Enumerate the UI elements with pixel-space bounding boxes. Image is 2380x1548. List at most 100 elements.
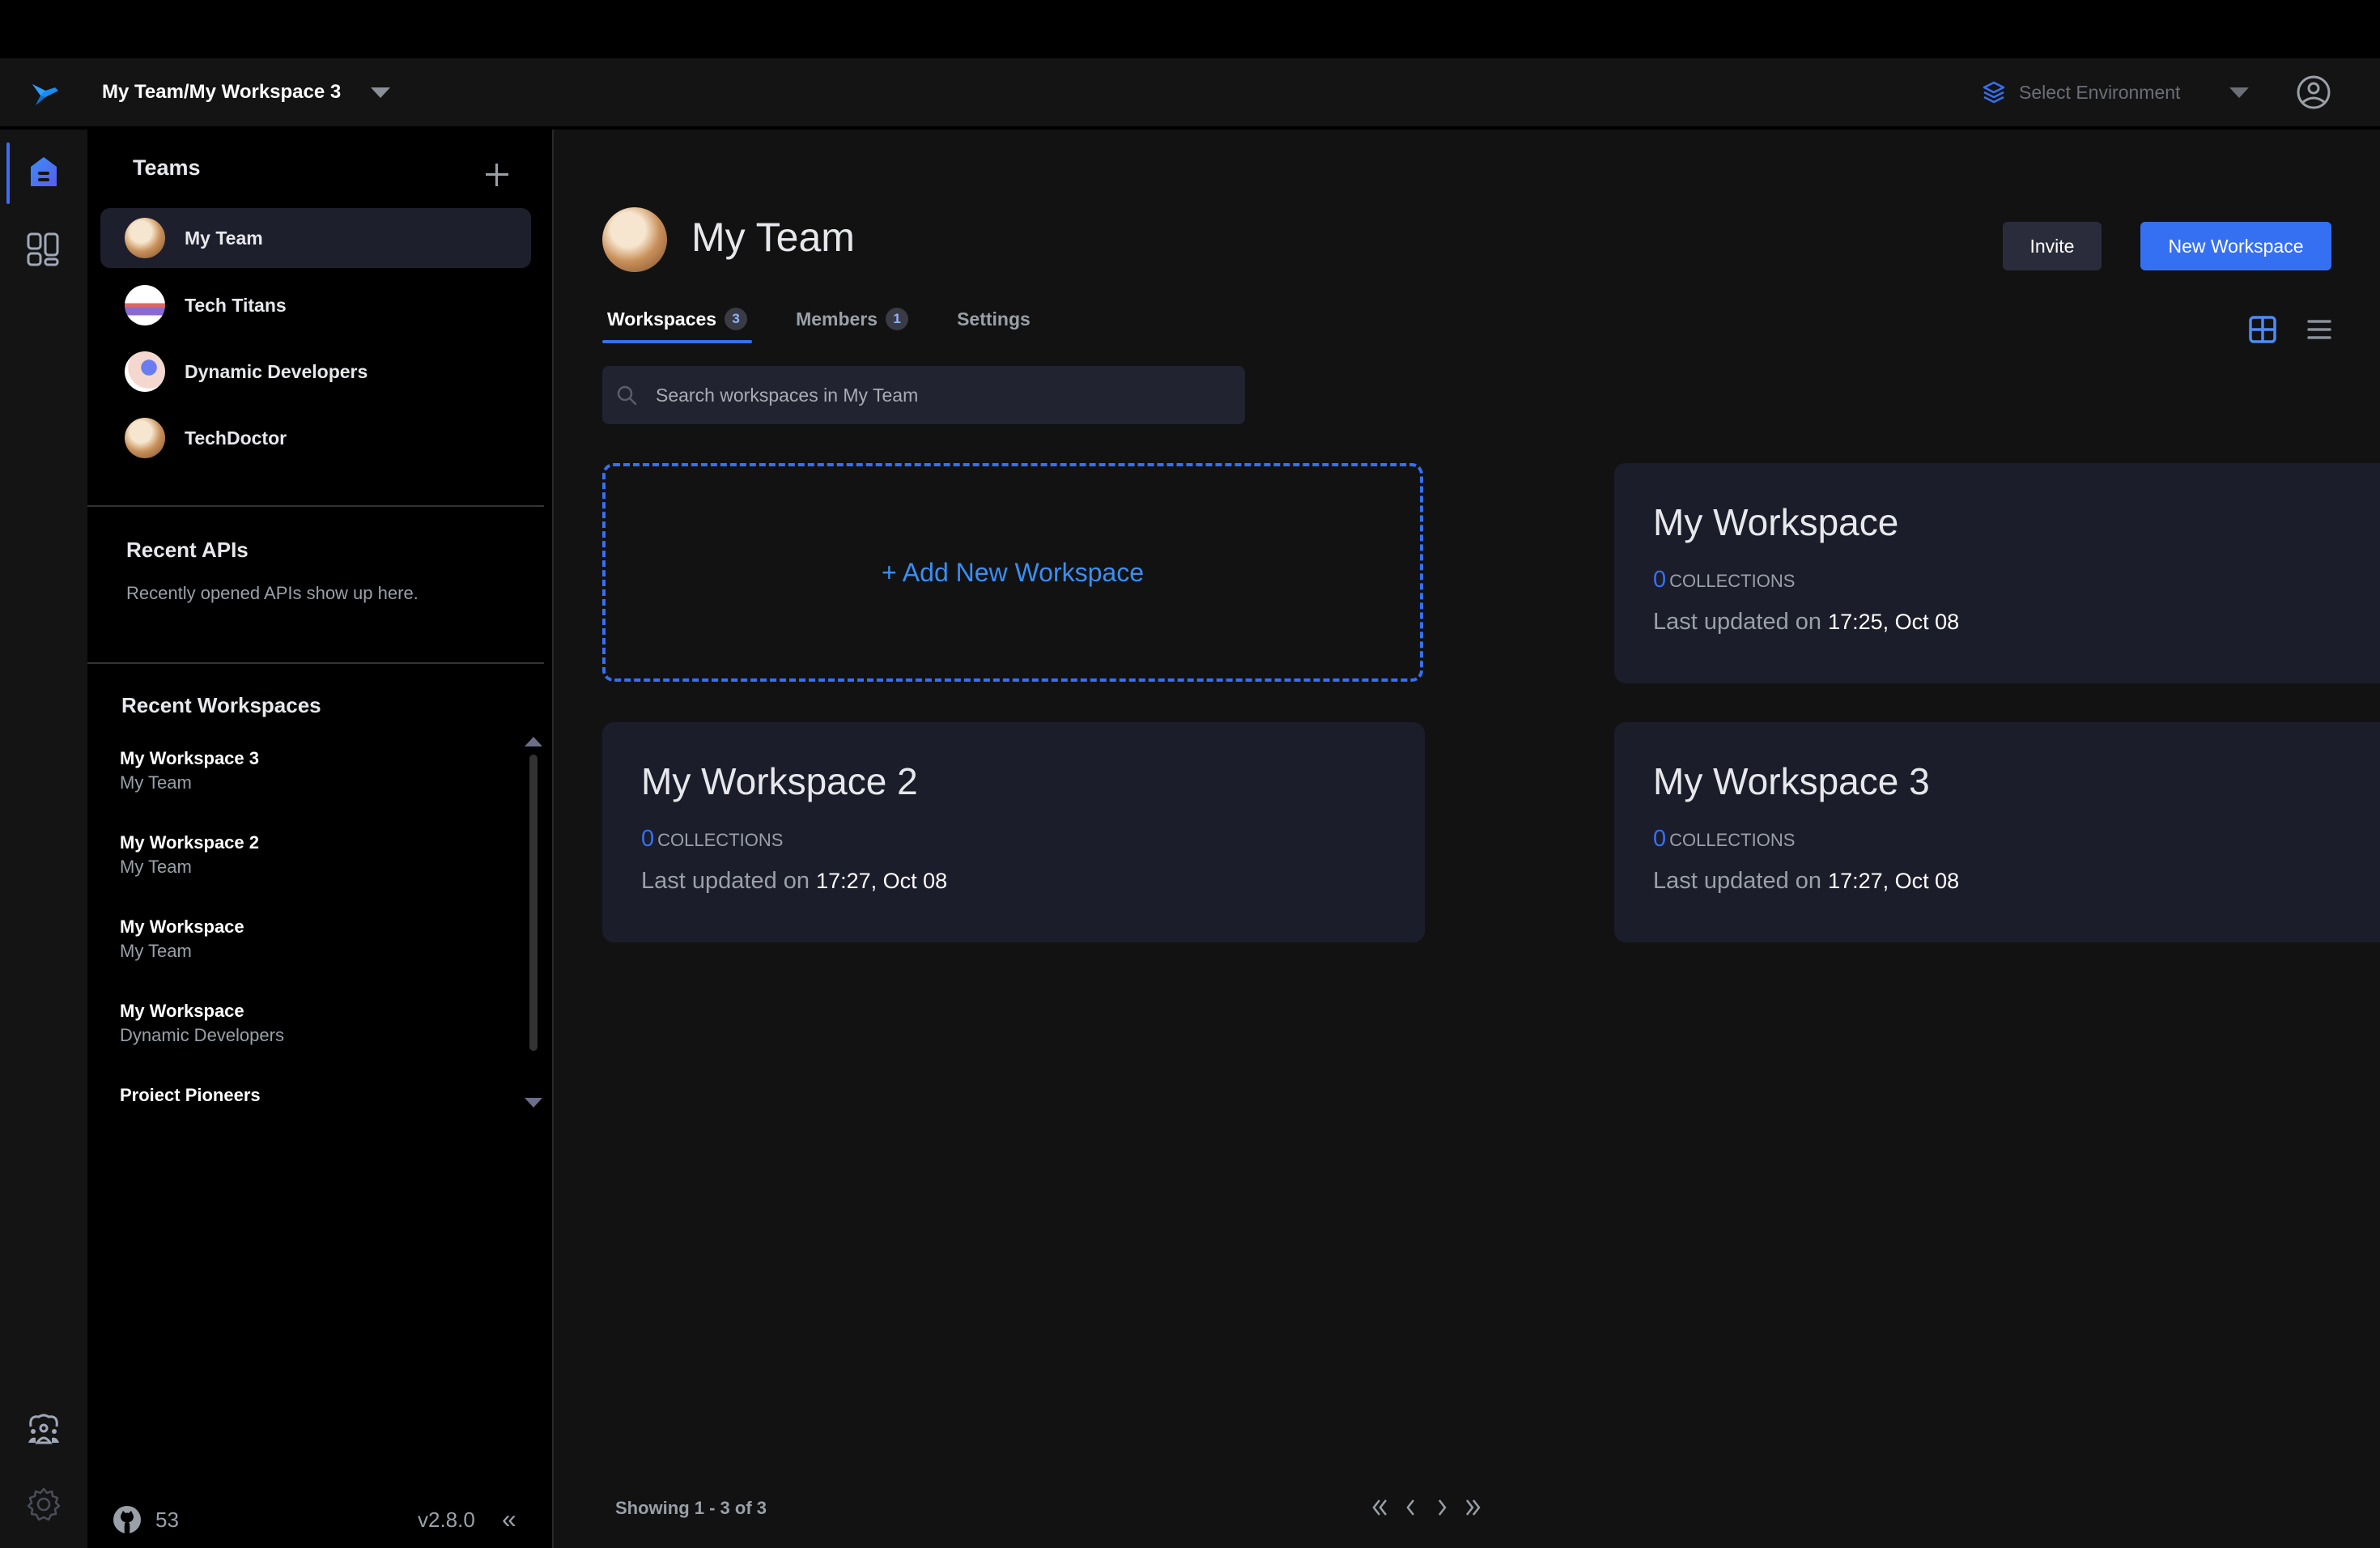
team-item-my-team[interactable]: My Team xyxy=(100,208,531,268)
workspace-card[interactable]: My Workspace 2 0 COLLECTIONS Last updated… xyxy=(602,722,1425,942)
environment-selector[interactable]: Select Environment xyxy=(1982,76,2249,108)
tab-settings[interactable]: Settings xyxy=(952,301,1035,337)
recent-workspaces-heading: Recent Workspaces xyxy=(121,693,321,717)
github-icon[interactable] xyxy=(112,1504,142,1535)
recent-workspace-name: My Workspace xyxy=(120,1001,244,1021)
team-avatar xyxy=(602,207,667,272)
collections-label: COLLECTIONS xyxy=(1669,571,1796,591)
add-new-workspace-card[interactable]: + Add New Workspace xyxy=(602,463,1423,682)
home-icon[interactable] xyxy=(26,154,62,189)
github-stars-count: 53 xyxy=(155,1508,179,1532)
tab-label: Members xyxy=(796,308,878,330)
sidebar-divider xyxy=(87,505,544,507)
team-tabs: Workspaces 3 Members 1 Settings xyxy=(602,301,1074,343)
recent-workspaces-scrollbar[interactable] xyxy=(529,755,538,1051)
recent-workspace-team: Dynamic Developers xyxy=(120,1025,284,1045)
workspace-switcher-chevron-down-icon[interactable] xyxy=(371,87,390,98)
page-title: My Team xyxy=(691,215,855,260)
collections-icon[interactable] xyxy=(26,232,62,267)
collections-count: 0 COLLECTIONS xyxy=(1653,567,1795,593)
workspace-card[interactable]: My Workspace 3 0 COLLECTIONS Last updated… xyxy=(1614,722,2380,942)
recent-workspace-item[interactable]: My Workspace 2 My Team xyxy=(120,831,259,879)
recent-workspace-name: Proiect Pioneers xyxy=(120,1085,261,1105)
recent-workspace-team: My Team xyxy=(120,941,192,961)
tab-members[interactable]: Members 1 xyxy=(791,301,913,337)
last-updated: Last updated on 17:27, Oct 08 xyxy=(1653,868,1959,895)
team-name: Dynamic Developers xyxy=(185,360,368,382)
last-updated-time: 17:27, Oct 08 xyxy=(816,869,948,893)
next-page-icon[interactable] xyxy=(1426,1490,1457,1525)
app-version: v2.8.0 xyxy=(418,1508,475,1532)
team-name: Tech Titans xyxy=(185,294,287,316)
collections-label: COLLECTIONS xyxy=(657,830,784,850)
recent-workspace-item[interactable]: Proiect Pioneers xyxy=(120,1083,261,1108)
add-team-plus-icon[interactable] xyxy=(482,160,512,189)
collapse-sidebar-icon[interactable]: « xyxy=(502,1504,516,1534)
team-item-tech-titans[interactable]: Tech Titans xyxy=(100,275,531,335)
sidebar-divider xyxy=(87,662,544,664)
first-page-icon[interactable] xyxy=(1365,1490,1396,1525)
sparrow-logo-icon xyxy=(32,84,58,105)
pagination-summary: Showing 1 - 3 of 3 xyxy=(615,1498,767,1518)
team-avatar xyxy=(125,418,165,458)
last-updated-prefix: Last updated on xyxy=(641,868,810,894)
scroll-up-arrow-icon[interactable] xyxy=(525,737,542,746)
tab-workspaces[interactable]: Workspaces 3 xyxy=(602,301,753,343)
last-page-icon[interactable] xyxy=(1457,1490,1488,1525)
recent-workspace-team: My Team xyxy=(120,772,192,793)
grid-view-icon[interactable] xyxy=(2249,316,2276,343)
last-updated-prefix: Last updated on xyxy=(1653,609,1822,635)
recent-workspace-name: My Workspace xyxy=(120,916,244,937)
user-profile-icon[interactable] xyxy=(2296,74,2331,110)
tab-label: Settings xyxy=(957,308,1031,330)
community-icon[interactable] xyxy=(26,1412,62,1448)
pagination xyxy=(1365,1490,1488,1525)
list-view-icon[interactable] xyxy=(2307,317,2331,342)
team-avatar xyxy=(125,218,165,258)
team-item-dynamic-developers[interactable]: Dynamic Developers xyxy=(100,342,531,402)
tab-label: Workspaces xyxy=(607,308,717,330)
workspace-name: My Workspace 2 xyxy=(641,760,918,802)
workspace-card[interactable]: My Workspace 0 COLLECTIONS Last updated o… xyxy=(1614,463,2380,683)
teams-sidebar: Teams My Team Tech Titans Dynamic Develo… xyxy=(87,130,552,1548)
last-updated-time: 17:25, Oct 08 xyxy=(1828,610,1960,634)
environment-label: Select Environment xyxy=(2019,81,2181,103)
team-avatar xyxy=(125,351,165,392)
team-name: My Team xyxy=(185,227,263,249)
team-workspaces-panel: My Team Invite New Workspace Workspaces … xyxy=(554,130,2380,1548)
workspace-name: My Workspace xyxy=(1653,501,1899,543)
recent-apis-empty-state: Recently opened APIs show up here. xyxy=(126,583,419,603)
workspace-breadcrumb[interactable]: My Team/My Workspace 3 xyxy=(102,78,341,107)
recent-apis-heading: Recent APIs xyxy=(126,538,249,562)
app-header: My Team/My Workspace 3 Select Environmen… xyxy=(0,58,2380,126)
settings-gear-icon[interactable] xyxy=(26,1486,62,1522)
recent-workspace-name: My Workspace 2 xyxy=(120,832,260,853)
collections-number: 0 xyxy=(641,826,655,852)
members-count-badge: 1 xyxy=(886,308,909,330)
collections-count: 0 COLLECTIONS xyxy=(1653,826,1795,853)
recent-workspace-item[interactable]: My Workspace 3 My Team xyxy=(120,746,259,795)
rail-active-indicator xyxy=(6,142,10,204)
new-workspace-button[interactable]: New Workspace xyxy=(2140,222,2331,270)
layers-icon xyxy=(1983,81,2005,104)
teams-heading: Teams xyxy=(133,155,201,180)
recent-workspace-item[interactable]: My Workspace Dynamic Developers xyxy=(120,999,284,1048)
chevron-down-icon xyxy=(2229,87,2249,98)
previous-page-icon[interactable] xyxy=(1396,1490,1426,1525)
team-item-techdoctor[interactable]: TechDoctor xyxy=(100,408,531,468)
search-input[interactable] xyxy=(656,384,1245,406)
invite-button[interactable]: Invite xyxy=(2003,222,2102,270)
navigation-rail xyxy=(0,130,87,1548)
collections-count: 0 COLLECTIONS xyxy=(641,826,783,853)
collections-number: 0 xyxy=(1653,826,1667,852)
last-updated: Last updated on 17:27, Oct 08 xyxy=(641,868,947,895)
workspace-name: My Workspace 3 xyxy=(1653,760,1930,802)
workspace-search xyxy=(602,366,1245,424)
recent-workspace-name: My Workspace 3 xyxy=(120,748,260,768)
scroll-down-arrow-icon[interactable] xyxy=(525,1098,542,1108)
recent-workspace-item[interactable]: My Workspace My Team xyxy=(120,915,244,963)
collections-number: 0 xyxy=(1653,567,1667,593)
window-top-band xyxy=(0,0,2380,58)
last-updated-time: 17:27, Oct 08 xyxy=(1828,869,1960,893)
search-icon xyxy=(617,385,637,406)
